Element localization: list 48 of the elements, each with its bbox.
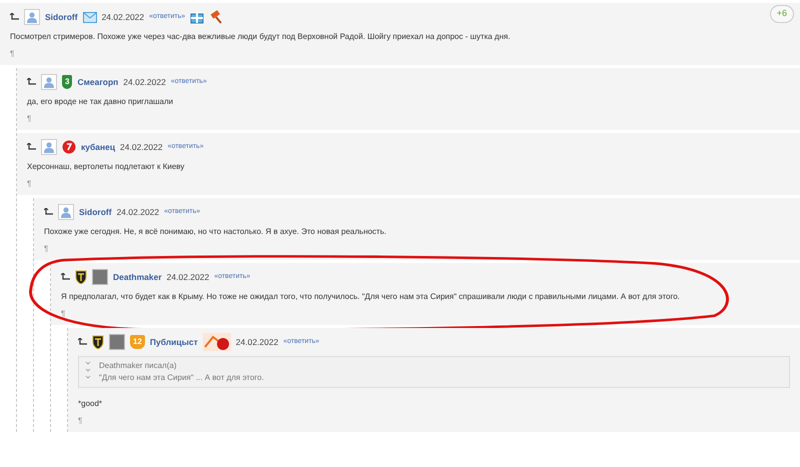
user-silhouette-icon (44, 76, 54, 88)
comment-text: Я предполагал, что будет как в Крыму. Но тоже не ожидал того, что получилось. "Для чего нам эта Сирия" спрашивали люди с правильными лицами. А вот для этого. (61, 291, 681, 303)
pilcrow-mark: ¶ (61, 308, 66, 320)
username-link[interactable]: кубанец (81, 140, 116, 154)
comment-date: 24.02.2022 (120, 140, 163, 154)
user-silhouette-icon (44, 142, 54, 152)
rank-badge: 3 (62, 75, 72, 89)
hammer-icon (209, 10, 224, 24)
shield-icon (92, 335, 104, 349)
reply-arrow-icon (27, 143, 36, 151)
rank-badge: 12 (130, 335, 145, 349)
pilcrow-mark: ¶ (10, 48, 14, 60)
reply-arrow-icon (61, 273, 70, 281)
gift-icon (190, 10, 204, 24)
avatar-picture (109, 334, 125, 350)
comment-date: 24.02.2022 (166, 270, 210, 284)
rating-badge: +6 (770, 5, 794, 22)
comment-text: *good* (78, 398, 104, 410)
envelope-icon (82, 12, 97, 22)
reply-arrow-icon (10, 13, 19, 21)
user-silhouette-icon (61, 206, 71, 218)
user-silhouette-icon (27, 12, 37, 22)
avatar-picture (92, 269, 108, 285)
username-link[interactable]: Смеагорп (77, 76, 118, 88)
reply-arrow-icon (27, 78, 36, 86)
pilcrow-mark: ¶ (44, 243, 48, 255)
comment-text: Посмотрел стримеров. Похоже уже через час-два вежливые люди будут под Верховной Радой. Шойгу приехал на допрос - шутка дня. (10, 31, 512, 43)
quote-text: "Для чего нам эта Сирия" ... А вот для этого. (99, 372, 264, 384)
comment-date: 24.02.2022 (236, 336, 278, 348)
comment-text: Херсоннаш, вертолеты подлетают к Киеву (27, 161, 186, 173)
reply-arrow-icon (78, 338, 87, 346)
comment-date: 24.02.2022 (116, 206, 160, 218)
pilcrow-mark: ¶ (27, 178, 32, 190)
medal-icon (62, 140, 76, 154)
username-link[interactable]: Публицыст (150, 336, 198, 348)
username-link[interactable]: Sidoroff (45, 10, 78, 24)
comment-date: 24.02.2022 (102, 10, 144, 24)
username-link[interactable]: Deathmaker (113, 270, 162, 284)
reply-arrow-icon (44, 208, 53, 216)
comment-text: Похоже уже сегодня. Не, я всё понимаю, но что настолько. Я в ахуе. Это новая реальность. (44, 226, 388, 238)
pilcrow-mark: ¶ (27, 113, 32, 125)
pilcrow-mark: ¶ (78, 415, 82, 427)
event-emblem-icon (202, 333, 231, 351)
comment-date: 24.02.2022 (123, 76, 166, 88)
shield-icon (75, 270, 87, 284)
username-link[interactable]: Sidoroff (79, 206, 112, 218)
comment-text: да, его вроде не так давно приглашали (27, 96, 174, 108)
quote-author: Deathmaker писал(а) (99, 360, 178, 372)
